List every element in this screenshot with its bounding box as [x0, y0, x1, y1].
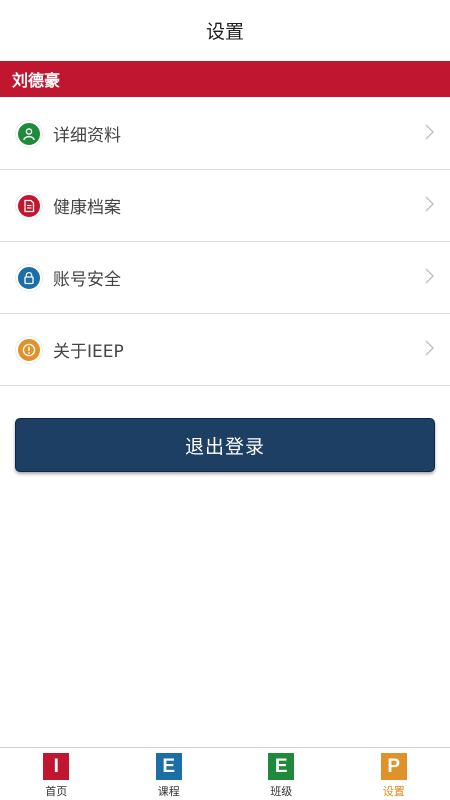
page-title: 设置 — [205, 20, 244, 43]
document-icon — [16, 192, 42, 219]
settings-tab-icon: P — [380, 753, 407, 780]
chevron-right-icon — [425, 268, 434, 288]
tab-label: 首页 — [45, 785, 68, 798]
person-icon — [16, 120, 42, 147]
menu-item-label: 关于IEEP — [53, 342, 124, 362]
info-icon — [16, 336, 42, 363]
page-header: 设置 — [0, 0, 450, 60]
tab-class[interactable]: E 班级 — [225, 748, 338, 800]
tab-label: 班级 — [270, 785, 293, 798]
chevron-right-icon — [425, 340, 434, 360]
bottom-tab-bar: I 首页 E 课程 E 班级 P 设置 — [0, 747, 450, 800]
tab-settings[interactable]: P 设置 — [338, 748, 450, 800]
menu-item-account-security[interactable]: 账号安全 — [0, 242, 450, 314]
courses-tab-icon: E — [155, 753, 182, 780]
home-tab-icon: I — [43, 753, 70, 780]
class-tab-icon: E — [268, 753, 295, 780]
menu-item-health-record[interactable]: 健康档案 — [0, 170, 450, 242]
settings-menu: 详细资料 健康档案 账号安全 关于IEEP — [0, 98, 450, 386]
user-name-bar: 刘德豪 — [0, 61, 450, 97]
chevron-right-icon — [425, 196, 434, 216]
user-name: 刘德豪 — [12, 71, 61, 90]
menu-item-about[interactable]: 关于IEEP — [0, 314, 450, 386]
menu-item-label: 账号安全 — [53, 270, 121, 290]
chevron-right-icon — [425, 124, 434, 144]
menu-item-label: 健康档案 — [53, 198, 121, 218]
menu-item-label: 详细资料 — [53, 126, 121, 146]
tab-label: 课程 — [157, 785, 180, 798]
menu-item-profile[interactable]: 详细资料 — [0, 98, 450, 170]
tab-label: 设置 — [382, 785, 405, 798]
lock-icon — [16, 264, 42, 291]
tab-courses[interactable]: E 课程 — [113, 748, 226, 800]
tab-home[interactable]: I 首页 — [0, 748, 113, 800]
logout-button[interactable]: 退出登录 — [15, 418, 435, 472]
